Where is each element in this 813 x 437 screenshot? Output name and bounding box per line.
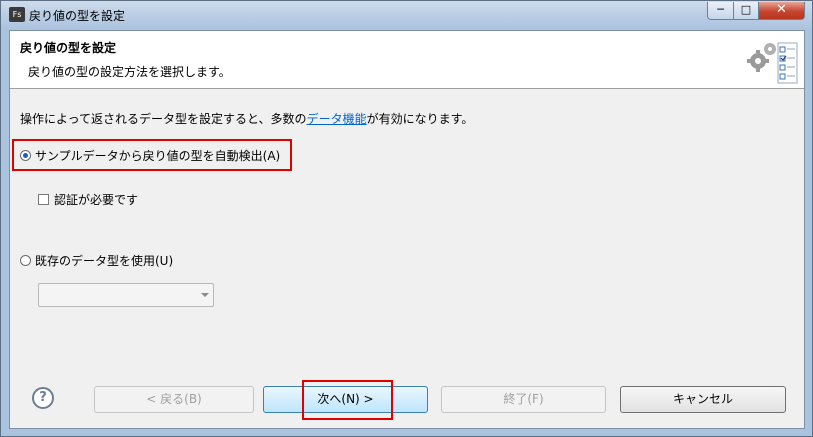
- header-banner: 戻り値の型を設定 戻り値の型の設定方法を選択します。: [10, 31, 804, 89]
- existing-type-label[interactable]: 既存のデータ型を使用(U): [35, 252, 173, 269]
- info-prefix: 操作によって返されるデータ型を設定すると、多数の: [20, 112, 307, 126]
- info-text: 操作によって返されるデータ型を設定すると、多数のデータ機能が有効になります。: [20, 110, 473, 127]
- auto-detect-radio[interactable]: [20, 150, 31, 161]
- banner-title: 戻り値の型を設定: [20, 41, 117, 55]
- dialog-client-area: 戻り値の型を設定 戻り値の型の設定方法を選択します。 操作によって返されるデータ…: [9, 30, 805, 429]
- gears-checklist-icon: [747, 42, 798, 84]
- app-icon: Fs: [9, 7, 25, 22]
- finish-button[interactable]: 終了(F): [441, 386, 606, 413]
- help-icon[interactable]: ?: [32, 387, 54, 409]
- minimize-button[interactable]: ─: [707, 2, 734, 20]
- dialog-window: Fs 戻り値の型を設定 ─ □ ✕ 戻り値の型を設定 戻り値の型の設定方法を選択…: [0, 0, 813, 437]
- auto-detect-label[interactable]: サンプルデータから戻り値の型を自動検出(A): [35, 147, 280, 164]
- banner-description: 戻り値の型の設定方法を選択します。: [28, 65, 231, 79]
- auth-required-checkbox[interactable]: [38, 194, 49, 205]
- auth-required-label[interactable]: 認証が必要です: [54, 191, 138, 208]
- auth-required-option[interactable]: 認証が必要です: [38, 191, 138, 208]
- close-button[interactable]: ✕: [758, 2, 805, 20]
- auto-detect-radio-option[interactable]: サンプルデータから戻り値の型を自動検出(A): [20, 147, 280, 164]
- data-features-link[interactable]: データ機能: [307, 112, 367, 126]
- chevron-down-icon: [201, 293, 209, 297]
- existing-type-combo[interactable]: [38, 283, 214, 307]
- highlight-next: [302, 380, 393, 420]
- title-bar[interactable]: Fs 戻り値の型を設定 ─ □ ✕: [1, 1, 812, 28]
- info-suffix: が有効になります。: [366, 112, 474, 126]
- window-title: 戻り値の型を設定: [29, 9, 126, 23]
- back-button[interactable]: < 戻る(B): [94, 386, 254, 413]
- existing-type-radio-option[interactable]: 既存のデータ型を使用(U): [20, 252, 173, 269]
- existing-type-radio[interactable]: [20, 255, 31, 266]
- cancel-button[interactable]: キャンセル: [620, 386, 786, 413]
- maximize-button[interactable]: □: [733, 2, 759, 20]
